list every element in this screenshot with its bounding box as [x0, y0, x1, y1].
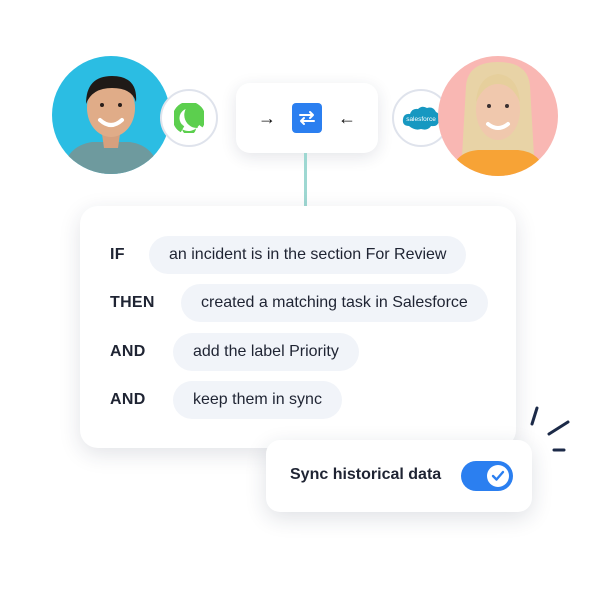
toggle-knob [487, 465, 509, 487]
rule-row-and: AND [110, 333, 146, 371]
rule-keyword: THEN [110, 294, 155, 311]
rule-condition-pill[interactable]: an incident is in the section For Review [149, 236, 467, 274]
green-ring-logo-icon [174, 103, 204, 133]
sync-button[interactable] [292, 103, 322, 133]
rule-row-and: AND [110, 381, 146, 419]
rule-row-then: THEN [110, 284, 155, 322]
sync-historical-toggle[interactable] [461, 461, 513, 491]
sync-historical-card: Sync historical data [266, 440, 532, 512]
rule-keyword: AND [110, 343, 146, 360]
person-illustration-icon [450, 62, 546, 176]
rule-action-pill[interactable]: created a matching task in Salesforce [181, 284, 488, 322]
automation-rules-card: IF an incident is in the section For Rev… [80, 206, 516, 448]
connector-card: → ← [236, 83, 378, 153]
user-avatar-left [52, 56, 170, 174]
arrow-right-icon: → [258, 108, 276, 128]
sparkle-decoration-icon [530, 406, 570, 452]
user-avatar-right [438, 56, 558, 176]
rule-action-pill[interactable]: add the label Priority [173, 333, 359, 371]
sync-historical-label: Sync historical data [290, 466, 442, 483]
rule-action-pill[interactable]: keep them in sync [173, 381, 342, 419]
swap-arrows-icon [299, 111, 315, 125]
rule-keyword: IF [110, 246, 125, 263]
rule-keyword: AND [110, 391, 146, 408]
salesforce-logo-text: salesforce [406, 116, 436, 123]
integration-logo-left [160, 89, 218, 147]
arrow-left-icon: ← [338, 108, 356, 128]
person-illustration-icon [62, 76, 160, 174]
salesforce-logo-icon: salesforce [402, 106, 440, 130]
rule-row-if: IF [110, 236, 125, 274]
connector-line [304, 153, 307, 208]
checkmark-icon [491, 470, 505, 481]
